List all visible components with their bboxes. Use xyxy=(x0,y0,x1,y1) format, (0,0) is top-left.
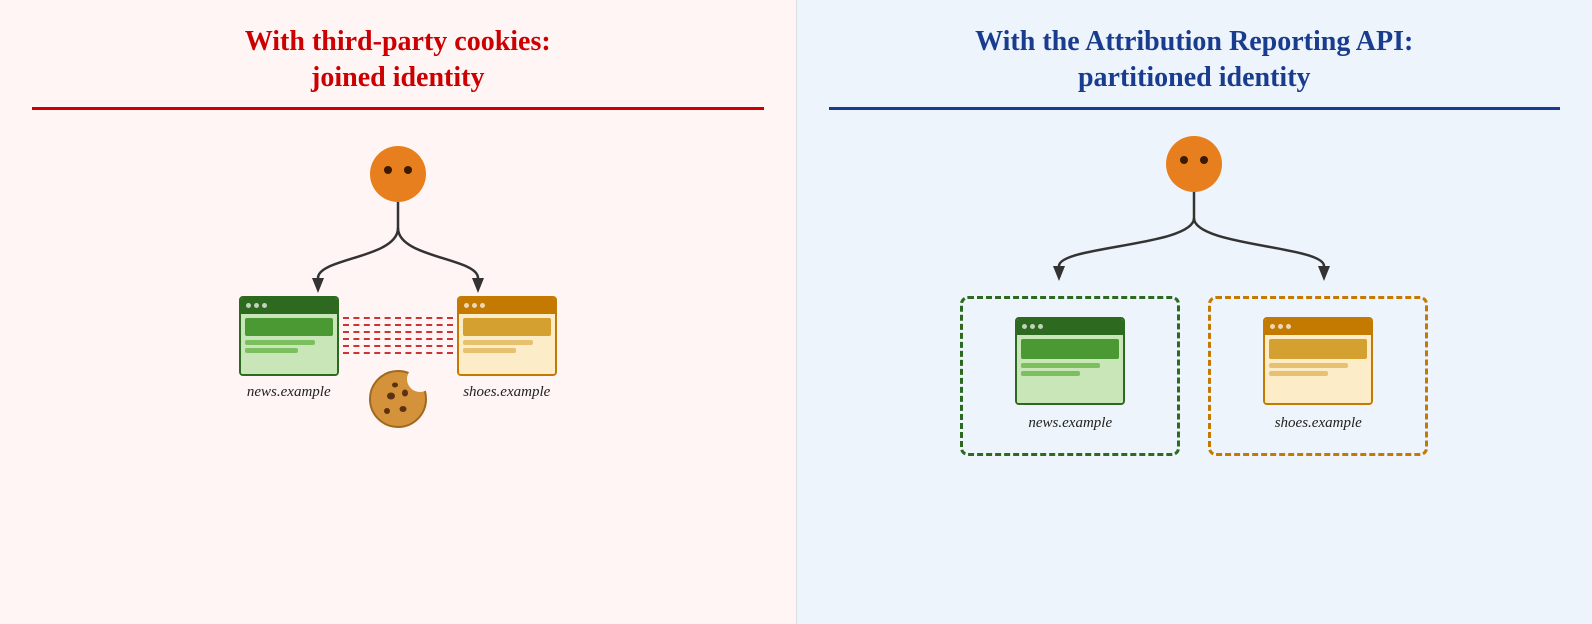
right-title-line1: With the Attribution Reporting API: xyxy=(829,24,1561,60)
browser-news-right-icon xyxy=(1015,317,1125,405)
right-panel-title: With the Attribution Reporting API: part… xyxy=(829,24,1561,97)
left-divider xyxy=(32,107,764,110)
right-panel: With the Attribution Reporting API: part… xyxy=(797,0,1592,624)
left-title-line2: joined identity xyxy=(32,60,764,96)
right-news-label: news.example xyxy=(1028,415,1112,432)
left-panel-title: With third-party cookies: joined identit… xyxy=(32,24,764,97)
left-shoes-label: shoes.example xyxy=(463,384,550,401)
cookie-icon xyxy=(363,361,433,431)
right-divider xyxy=(829,107,1561,110)
browser-shoes-icon xyxy=(457,296,557,376)
left-browser-shoes: shoes.example xyxy=(457,296,557,401)
left-browser-news: news.example xyxy=(239,296,339,401)
left-news-label: news.example xyxy=(247,384,331,401)
cookie-svg xyxy=(363,361,433,431)
left-diagram: news.example xyxy=(32,128,764,401)
left-panel: With third-party cookies: joined identit… xyxy=(0,0,797,624)
browser-news-icon xyxy=(239,296,339,376)
right-orange-box: shoes.example xyxy=(1208,296,1428,456)
right-title-line2: partitioned identity xyxy=(829,60,1561,96)
left-title-line1: With third-party cookies: xyxy=(32,24,764,60)
right-diagram-area: news.example xyxy=(829,128,1561,600)
left-diagram-area: news.example xyxy=(32,128,764,600)
right-green-box: news.example xyxy=(960,296,1180,456)
right-shoes-label: shoes.example xyxy=(1275,415,1362,432)
browser-shoes-right-icon xyxy=(1263,317,1373,405)
